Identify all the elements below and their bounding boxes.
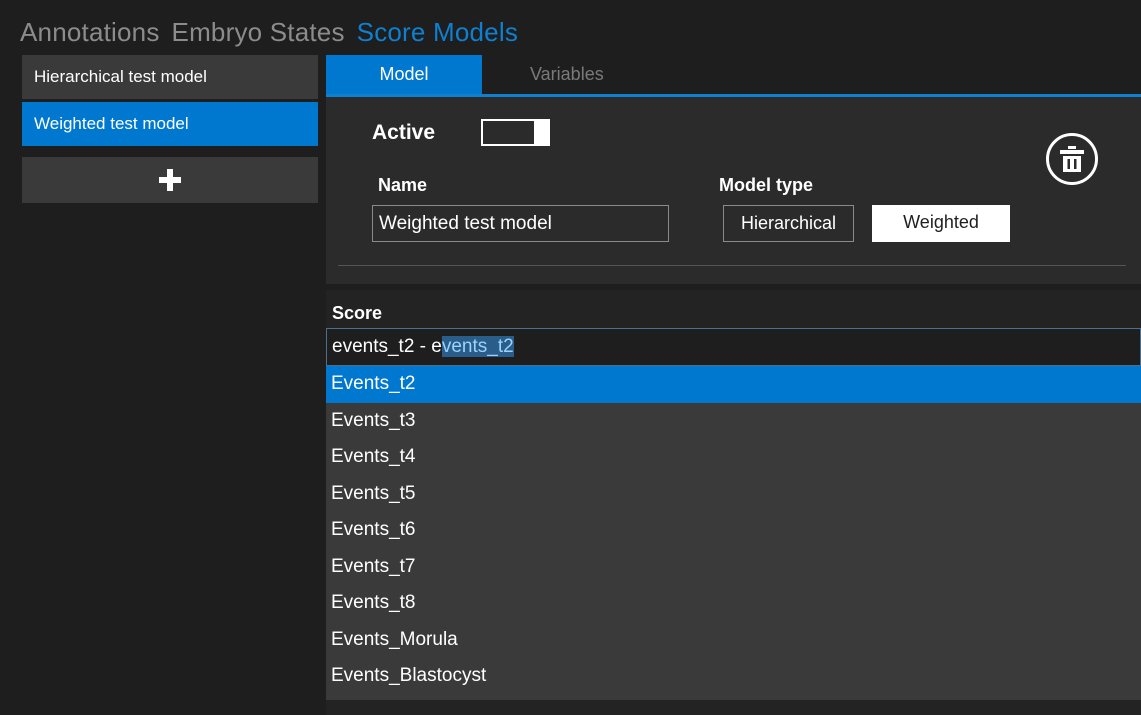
dropdown-option[interactable]: Events_t5: [326, 476, 1141, 513]
plus-icon: [159, 169, 181, 191]
dropdown-option[interactable]: Events_Morula: [326, 622, 1141, 659]
model-name-input[interactable]: [372, 205, 669, 242]
dropdown-option[interactable]: Events_t8: [326, 585, 1141, 622]
model-tabs: Model Variables: [326, 55, 1141, 97]
delete-model-button[interactable]: [1046, 133, 1098, 185]
section-divider: [338, 265, 1126, 266]
top-navigation: Annotations Embryo States Score Models: [20, 12, 530, 52]
dropdown-option[interactable]: Events_t4: [326, 439, 1141, 476]
score-input-autocomplete: vents_t2: [441, 336, 514, 357]
model-item-weighted[interactable]: Weighted test model: [22, 102, 318, 146]
dropdown-option[interactable]: Events_t6: [326, 512, 1141, 549]
model-type-weighted-button[interactable]: Weighted: [872, 205, 1010, 242]
score-label: Score: [332, 303, 383, 323]
add-model-button[interactable]: [22, 157, 318, 203]
toggle-thumb: [534, 121, 548, 144]
nav-embryo-states[interactable]: Embryo States: [172, 17, 345, 48]
nav-score-models[interactable]: Score Models: [357, 17, 518, 48]
score-models-window: Annotations Embryo States Score Models H…: [0, 0, 1141, 715]
score-suggestions-dropdown: Events_t2 Events_t3 Events_t4 Events_t5 …: [326, 366, 1141, 700]
trash-icon: [1060, 146, 1084, 172]
dropdown-option[interactable]: Events_t7: [326, 549, 1141, 586]
dropdown-option[interactable]: Events_Blastocyst: [326, 658, 1141, 695]
tab-model[interactable]: Model: [326, 55, 482, 94]
dropdown-option[interactable]: Events_t3: [326, 403, 1141, 440]
model-settings-panel: Active Name Model type Hierarchical Weig…: [326, 97, 1141, 284]
dropdown-option[interactable]: Events_t2: [326, 366, 1141, 403]
score-input-typed-text: events_t2 - e: [332, 336, 442, 357]
score-section: Score events_t2 - events_t2 Events_t2 Ev…: [326, 290, 1141, 715]
name-label: Name: [378, 175, 428, 195]
nav-annotations[interactable]: Annotations: [20, 17, 160, 48]
active-label: Active: [372, 121, 436, 144]
model-list-sidebar: Hierarchical test model Weighted test mo…: [0, 55, 318, 715]
model-item-hierarchical[interactable]: Hierarchical test model: [22, 55, 318, 99]
score-input[interactable]: events_t2 - events_t2: [326, 328, 1141, 366]
model-type-hierarchical-button[interactable]: Hierarchical: [723, 205, 854, 242]
model-type-label: Model type: [719, 175, 814, 195]
tab-variables[interactable]: Variables: [530, 55, 604, 94]
active-toggle[interactable]: [481, 119, 550, 146]
